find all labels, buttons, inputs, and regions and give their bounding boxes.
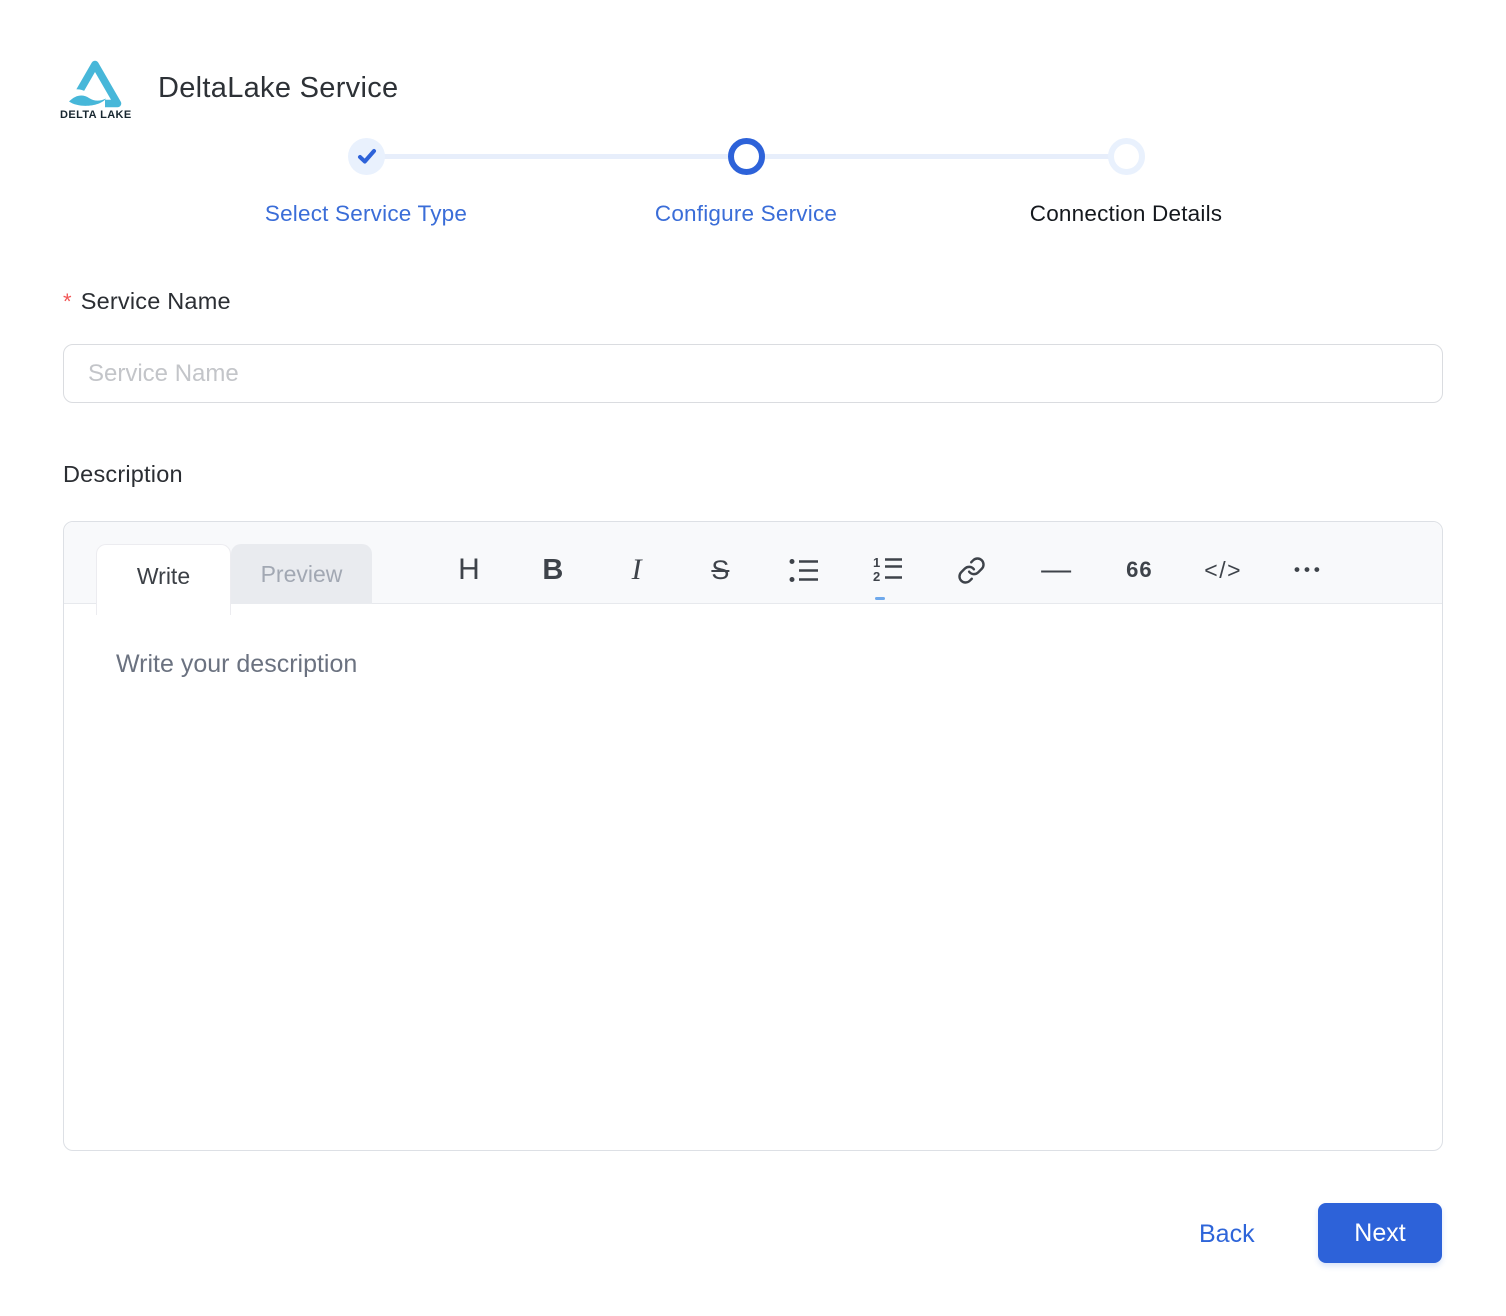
strikethrough-icon[interactable]: S xyxy=(699,549,741,591)
svg-text:1: 1 xyxy=(873,556,880,570)
step-label-connection-details: Connection Details xyxy=(936,201,1316,227)
markdown-editor: Write Preview H B I S xyxy=(63,521,1443,1151)
code-icon[interactable]: </> xyxy=(1202,549,1244,591)
ordered-list-focus-mark xyxy=(875,597,885,600)
tab-preview[interactable]: Preview xyxy=(231,544,372,604)
editor-toolbar: H B I S xyxy=(448,522,1328,604)
heading-icon[interactable]: H xyxy=(448,549,490,591)
description-textarea[interactable] xyxy=(64,605,1442,1150)
bold-icon[interactable]: B xyxy=(532,549,574,591)
service-name-label: * Service Name xyxy=(63,288,231,315)
unordered-list-icon[interactable] xyxy=(783,549,825,591)
italic-icon[interactable]: I xyxy=(616,549,658,591)
configure-service-page: DELTA LAKE DeltaLake Service Select Serv… xyxy=(0,0,1506,1316)
stepper-connector-1 xyxy=(366,154,746,159)
link-icon[interactable] xyxy=(951,549,993,591)
tab-write[interactable]: Write xyxy=(96,544,231,615)
stepper-track xyxy=(176,138,1316,175)
step-3-indicator-pending xyxy=(1108,138,1145,175)
step-label-select-service-type: Select Service Type xyxy=(176,201,556,227)
service-name-input[interactable] xyxy=(63,344,1443,403)
required-asterisk: * xyxy=(63,289,72,314)
delta-lake-logo: DELTA LAKE xyxy=(60,60,130,121)
horizontal-rule-icon[interactable]: — xyxy=(1035,549,1077,591)
svg-text:2: 2 xyxy=(873,569,880,584)
stepper-connector-2 xyxy=(746,154,1126,159)
step-label-configure-service: Configure Service xyxy=(556,201,936,227)
service-name-label-text: Service Name xyxy=(81,288,231,314)
editor-body xyxy=(64,605,1442,1150)
stepper-labels: Select Service Type Configure Service Co… xyxy=(176,201,1316,227)
ordered-list-icon[interactable]: 1 2 xyxy=(867,549,909,591)
wizard-stepper: Select Service Type Configure Service Co… xyxy=(176,138,1316,227)
page-title: DeltaLake Service xyxy=(158,72,398,105)
step-1-indicator-completed xyxy=(348,138,385,175)
step-2-indicator-active xyxy=(728,138,765,175)
next-button[interactable]: Next xyxy=(1318,1203,1442,1263)
delta-lake-logo-icon xyxy=(67,60,123,108)
check-icon xyxy=(357,148,377,165)
editor-header: Write Preview H B I S xyxy=(64,522,1442,604)
description-label: Description xyxy=(63,461,183,488)
more-options-icon[interactable]: ••• xyxy=(1286,549,1328,591)
back-button[interactable]: Back xyxy=(1185,1212,1269,1257)
quote-icon[interactable]: 66 xyxy=(1118,549,1160,591)
logo-wordmark: DELTA LAKE xyxy=(60,109,130,121)
